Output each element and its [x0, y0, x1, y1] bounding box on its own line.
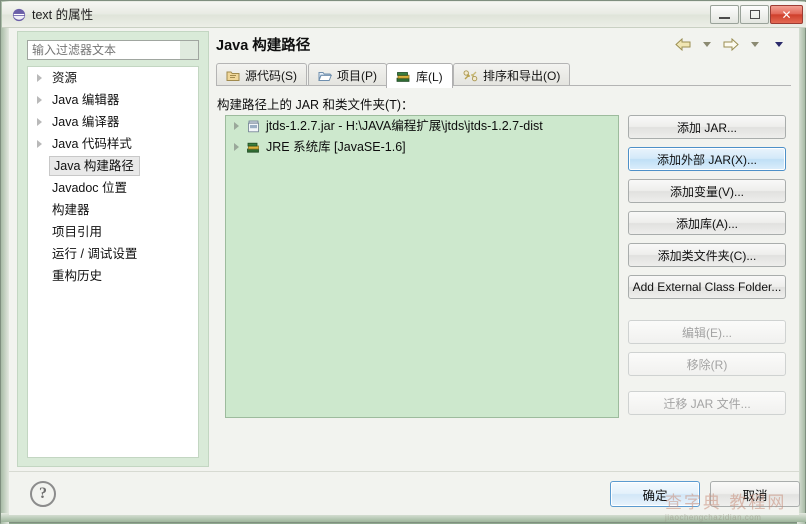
eclipse-properties-icon [12, 8, 26, 22]
list-item[interactable]: JRE 系统库 [JavaSE-1.6] [226, 137, 618, 158]
build-path-actions: 添加 JAR... 添加外部 JAR(X)... 添加变量(V)... 添加库(… [628, 115, 786, 423]
jar-file-icon [248, 120, 259, 133]
sidebar-item-label: 资源 [52, 71, 78, 85]
filter-input[interactable] [27, 40, 199, 60]
maximize-icon [741, 6, 768, 23]
remove-button[interactable]: 移除(R) [628, 352, 786, 376]
add-jar-button[interactable]: 添加 JAR... [628, 115, 786, 139]
add-class-folder-button[interactable]: 添加类文件夹(C)... [628, 243, 786, 267]
ok-button[interactable]: 确定 [610, 481, 700, 507]
sidebar-item-builders[interactable]: 构建器 [28, 199, 198, 221]
sidebar-item-label: Java 编译器 [52, 115, 120, 129]
chevron-right-icon [37, 74, 42, 82]
sidebar-item-run-debug-settings[interactable]: 运行 / 调试设置 [28, 243, 198, 265]
dialog-body: 资源 Java 编辑器 Java 编译器 Java 代码样式 Java 构建路径 [9, 28, 799, 471]
sidebar-item-label: 重构历史 [52, 269, 103, 283]
sidebar-item-project-references[interactable]: 项目引用 [28, 221, 198, 243]
list-item-label: jtds-1.2.7.jar - H:\JAVA编程扩展\jtds\jtds-1… [266, 119, 543, 133]
page-title: Java 构建路径 [216, 38, 311, 54]
tab-libraries[interactable]: 库(L) [386, 63, 453, 88]
jre-library-icon [247, 142, 259, 153]
sidebar-item-label: 构建器 [52, 203, 90, 217]
tab-bar: 源代码(S) 项目(P) 库(L) 排序和导出(O) [216, 63, 791, 88]
sidebar-item-label: 运行 / 调试设置 [52, 247, 138, 261]
settings-tree[interactable]: 资源 Java 编辑器 Java 编译器 Java 代码样式 Java 构建路径 [27, 66, 199, 458]
sidebar-item-java-code-style[interactable]: Java 代码样式 [28, 133, 198, 155]
sidebar-item-label: Javadoc 位置 [52, 181, 128, 195]
add-external-class-folder-button[interactable]: Add External Class Folder... [628, 275, 786, 299]
sidebar-item-resource[interactable]: 资源 [28, 67, 198, 89]
back-arrow-icon[interactable] [673, 35, 693, 53]
sidebar-item-refactoring-history[interactable]: 重构历史 [28, 265, 198, 287]
minimize-button[interactable] [710, 5, 739, 24]
add-variable-button[interactable]: 添加变量(V)... [628, 179, 786, 203]
sidebar-item-java-build-path[interactable]: Java 构建路径 [28, 155, 198, 177]
tab-separator [216, 85, 791, 86]
list-item[interactable]: jtds-1.2.7.jar - H:\JAVA编程扩展\jtds\jtds-1… [226, 116, 618, 137]
library-books-icon [396, 71, 410, 82]
tab-label: 库(L) [416, 69, 443, 84]
settings-sidebar: 资源 Java 编辑器 Java 编译器 Java 代码样式 Java 构建路径 [17, 31, 209, 467]
tab-order-and-export[interactable]: 排序和导出(O) [453, 63, 571, 86]
chevron-right-icon[interactable] [234, 122, 239, 130]
build-path-list[interactable]: jtds-1.2.7.jar - H:\JAVA编程扩展\jtds\jtds-1… [225, 115, 619, 418]
minimize-icon [711, 6, 738, 23]
tab-label: 项目(P) [337, 68, 377, 83]
close-button[interactable]: ✕ [770, 5, 803, 24]
add-library-button[interactable]: 添加库(A)... [628, 211, 786, 235]
title-bar[interactable]: text 的属性 ✕ [2, 2, 806, 28]
sidebar-item-javadoc-location[interactable]: Javadoc 位置 [28, 177, 198, 199]
back-dropdown-icon[interactable] [697, 35, 717, 53]
filter-field-wrapper [27, 40, 199, 60]
window-title: text 的属性 [32, 8, 94, 22]
content-header: Java 构建路径 [212, 31, 791, 61]
dialog-footer: ? 确定 取消 [9, 471, 800, 515]
window-edge-left [1, 1, 9, 524]
filter-clear-icon[interactable] [180, 41, 198, 59]
close-icon: ✕ [781, 7, 792, 22]
edit-button[interactable]: 编辑(E)... [628, 320, 786, 344]
order-export-icon [463, 69, 478, 81]
properties-dialog-window: text 的属性 ✕ 资源 Java 编 [0, 0, 806, 524]
tab-label: 排序和导出(O) [483, 68, 561, 83]
chevron-right-icon [37, 118, 42, 126]
forward-arrow-icon[interactable] [721, 35, 741, 53]
chevron-right-icon [37, 96, 42, 104]
maximize-button[interactable] [740, 5, 769, 24]
sidebar-item-java-compiler[interactable]: Java 编译器 [28, 111, 198, 133]
migrate-jar-file-button[interactable]: 迁移 JAR 文件... [628, 391, 786, 415]
sidebar-item-label: 项目引用 [52, 225, 103, 239]
content-pane: Java 构建路径 源代码(S) 项目(P) 库(L) 排序和导出(O) 构建路… [212, 31, 791, 467]
jar-list-label: 构建路径上的 JAR 和类文件夹(T)： [217, 98, 414, 112]
cancel-button[interactable]: 取消 [710, 481, 800, 507]
project-folder-icon [318, 71, 332, 81]
chevron-right-icon[interactable] [234, 143, 239, 151]
tab-projects[interactable]: 项目(P) [308, 63, 387, 86]
forward-dropdown-icon[interactable] [745, 35, 765, 53]
tab-source[interactable]: 源代码(S) [216, 63, 307, 86]
sidebar-item-label: Java 编辑器 [52, 93, 120, 107]
source-folder-icon [226, 71, 240, 81]
content-nav [673, 35, 789, 53]
view-menu-dropdown-icon[interactable] [769, 35, 789, 53]
sidebar-item-label: Java 代码样式 [52, 137, 132, 151]
help-icon[interactable]: ? [30, 481, 56, 507]
sidebar-item-label: Java 构建路径 [49, 156, 140, 176]
sidebar-item-java-editor[interactable]: Java 编辑器 [28, 89, 198, 111]
chevron-right-icon [37, 140, 42, 148]
tab-label: 源代码(S) [245, 68, 297, 83]
list-item-label: JRE 系统库 [JavaSE-1.6] [266, 140, 406, 154]
add-external-jar-button[interactable]: 添加外部 JAR(X)... [628, 147, 786, 171]
